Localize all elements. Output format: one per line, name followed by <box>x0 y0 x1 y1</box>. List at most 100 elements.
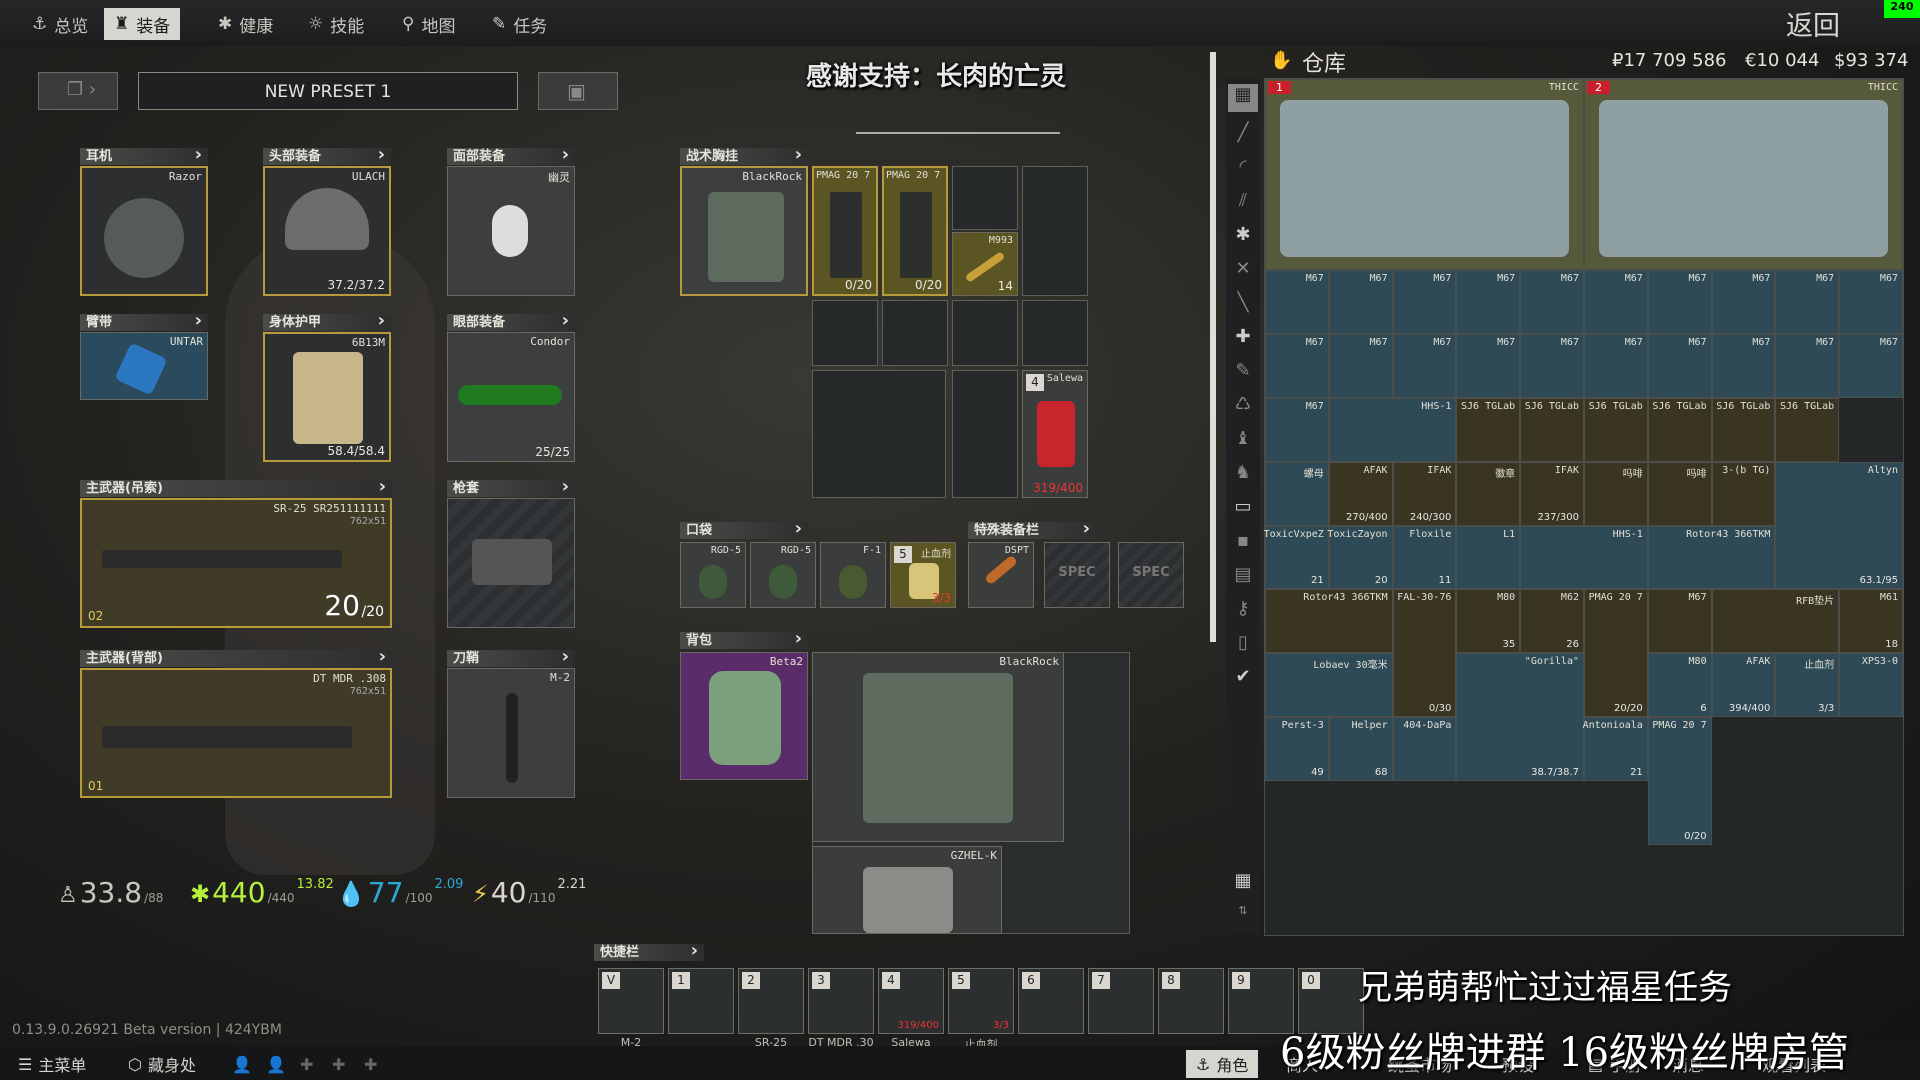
filter-add-icon[interactable]: ✚ <box>1228 326 1258 354</box>
slot-eyewear[interactable]: Condor 25/25 <box>447 332 575 462</box>
stash-item-grenade[interactable]: M67 <box>1265 334 1329 398</box>
stash-case-thicc[interactable]: THICC 1 <box>1265 79 1584 271</box>
filter-all-icon[interactable]: ▦ <box>1228 84 1258 112</box>
pocket-2[interactable]: RGD-5 <box>750 542 816 608</box>
stash-item-grenade[interactable]: M67 <box>1584 334 1648 398</box>
stash-item[interactable]: L1 <box>1456 525 1521 590</box>
stash-item-injector[interactable]: SJ6 TGLab <box>1456 398 1521 462</box>
stash-item[interactable]: Rotor43 366TKM <box>1647 525 1776 590</box>
rig-item-mag-1[interactable]: PMAG 20 7 0/20 <box>812 166 878 296</box>
stash-item-grenade[interactable]: M67 <box>1392 334 1457 398</box>
quickbar-slot-5[interactable]: 5 3/3 <box>948 968 1014 1034</box>
filter-provisions-icon[interactable]: ✎ <box>1228 360 1258 388</box>
stash-item-grenade[interactable]: M67 <box>1456 334 1521 398</box>
filter-weapons-icon[interactable]: ╱ <box>1228 122 1258 150</box>
special-slot-3[interactable]: SPEC <box>1118 542 1184 608</box>
tab-overview[interactable]: ⚓ 总览 <box>22 8 98 40</box>
stash-item-grenade[interactable]: M67 <box>1647 334 1712 398</box>
stash-item-injector[interactable]: SJ6 TGLab <box>1647 398 1712 462</box>
stash-item[interactable]: AFAK 394/400 <box>1711 653 1776 717</box>
stash-item-grenade[interactable]: M67 <box>1392 270 1457 335</box>
rig-cell[interactable] <box>952 370 1018 498</box>
stash-item[interactable]: XPS3-0 <box>1839 653 1903 717</box>
stash-item[interactable]: 3-(b TG) <box>1711 461 1776 526</box>
filter-mods-icon[interactable]: ╲ <box>1228 292 1258 320</box>
save-preset-button[interactable]: ▣ <box>538 72 618 110</box>
add-friend-button-2[interactable]: ✚ <box>322 1050 355 1078</box>
stash-item[interactable]: IFAK 240/300 <box>1392 461 1457 526</box>
stash-item[interactable]: 吗啡 <box>1647 461 1712 526</box>
stash-item-grenade[interactable]: M67 <box>1839 270 1903 335</box>
tab-skills[interactable]: ☼ 技能 <box>298 8 374 40</box>
rig-item-ammo[interactable]: M993 14 <box>952 232 1018 296</box>
stash-item[interactable]: M67 <box>1647 589 1712 654</box>
filter-armor-icon[interactable]: ▪ <box>1228 530 1258 558</box>
slot-armband[interactable]: UNTAR <box>80 332 208 400</box>
rig-cell[interactable] <box>1022 166 1088 296</box>
stash-item-grenade[interactable]: M67 <box>1775 334 1840 398</box>
slot-primary-sling[interactable]: SR-25 SR251111111 762x51 20/20 02 <box>80 498 392 628</box>
tab-map[interactable]: ⚲ 地图 <box>392 8 465 40</box>
filter-check-icon[interactable]: ✔ <box>1228 666 1258 694</box>
pocket-3[interactable]: F-1 <box>820 542 886 608</box>
special-slot-2[interactable]: SPEC <box>1044 542 1110 608</box>
filter-melee-icon[interactable]: ✕ <box>1228 258 1258 286</box>
tab-tasks[interactable]: ✎ 任务 <box>482 8 557 40</box>
tab-health[interactable]: ✱ 健康 <box>208 8 283 40</box>
stash-item-grenade[interactable]: M67 <box>1520 334 1584 398</box>
character-button[interactable]: ⚓ 角色 <box>1186 1050 1259 1078</box>
stash-item[interactable]: M80 35 <box>1456 589 1521 654</box>
stash-item[interactable]: M62 26 <box>1520 589 1584 654</box>
stash-item[interactable]: Lobaev 30毫米 <box>1265 653 1393 717</box>
rig-item-mag-2[interactable]: PMAG 20 7 0/20 <box>882 166 948 296</box>
filter-docs-icon[interactable]: ▯ <box>1228 632 1258 660</box>
stash-item[interactable]: 404-DaPa <box>1392 717 1457 781</box>
stash-item[interactable]: RFB垫片 <box>1711 589 1840 654</box>
stash-item-grenade[interactable]: M67 <box>1647 270 1712 335</box>
rig-cell[interactable] <box>882 300 948 366</box>
stash-item[interactable]: Antonioala 21 <box>1583 717 1648 781</box>
stash-item-grenade[interactable]: M67 <box>1584 270 1648 335</box>
slot-primary-back[interactable]: DT MDR .308 762x51 01 <box>80 668 392 798</box>
stash-item-injector[interactable]: SJ6 TGLab <box>1775 398 1840 462</box>
filter-info-icon[interactable]: ▤ <box>1228 564 1258 592</box>
filter-containers-icon[interactable]: ▭ <box>1228 496 1258 524</box>
stash-item-helmet[interactable]: Altyn 63.1/95 <box>1775 461 1903 590</box>
quickbar-slot-6[interactable]: 6 <box>1018 968 1084 1034</box>
stash-item-injector[interactable]: SJ6 TGLab <box>1711 398 1776 462</box>
stash-item[interactable]: PMAG 20 7 0/20 <box>1647 717 1712 845</box>
stash-item[interactable]: 吗啡 <box>1584 461 1648 526</box>
stash-item[interactable]: ToxicVxpeZ 21 <box>1264 525 1329 590</box>
stash-item[interactable]: M80 6 <box>1647 653 1712 717</box>
preset-name-field[interactable]: NEW PRESET 1 <box>138 72 518 110</box>
add-friend-button[interactable]: ✚ <box>290 1050 323 1078</box>
quickbar-slot-V[interactable]: V <box>598 968 664 1034</box>
hideout-button[interactable]: ⬡ 藏身处 <box>118 1050 206 1078</box>
filter-barter-icon[interactable]: ♺ <box>1228 394 1258 422</box>
slot-face[interactable]: 幽灵 <box>447 166 575 296</box>
stash-item[interactable]: FAL-30-76 0/30 <box>1392 589 1457 717</box>
stash-item[interactable]: HHS-1 <box>1520 525 1648 590</box>
stash-item[interactable]: AFAK 270/400 <box>1328 461 1393 526</box>
slot-scabbard[interactable]: M-2 <box>447 668 575 798</box>
stash-item[interactable]: M67 <box>1265 398 1329 462</box>
stash-item-optic[interactable]: HHS-1 <box>1328 398 1457 462</box>
stash-item[interactable]: 螺母 <box>1265 461 1329 526</box>
stash-item[interactable]: 止血剂 3/3 <box>1775 653 1840 717</box>
stash-item-injector[interactable]: SJ6 TGLab <box>1584 398 1648 462</box>
stash-item-grenade[interactable]: M67 <box>1265 270 1329 335</box>
quickbar-slot-1[interactable]: 1 <box>668 968 734 1034</box>
stash-item-grenade[interactable]: M67 <box>1328 270 1393 335</box>
stash-item-grenade[interactable]: M67 <box>1456 270 1521 335</box>
stash-item-injector[interactable]: SJ6 TGLab <box>1520 398 1584 462</box>
stash-item[interactable]: Perst-3 49 <box>1265 717 1329 781</box>
slot-holster[interactable] <box>447 498 575 628</box>
stash-item[interactable]: M61 18 <box>1839 589 1903 654</box>
quickbar-slot-4[interactable]: 4 319/400 <box>878 968 944 1034</box>
stash-item[interactable]: ToxicZayon 20 <box>1327 525 1393 590</box>
stash-item[interactable]: PMAG 20 7 20/20 <box>1584 589 1648 717</box>
stash-case-thicc[interactable]: THICC 2 <box>1584 79 1903 271</box>
pocket-1[interactable]: RGD-5 <box>680 542 746 608</box>
stash-item-grenade[interactable]: M67 <box>1711 270 1776 335</box>
quickbar-slot-3[interactable]: 3 <box>808 968 874 1034</box>
